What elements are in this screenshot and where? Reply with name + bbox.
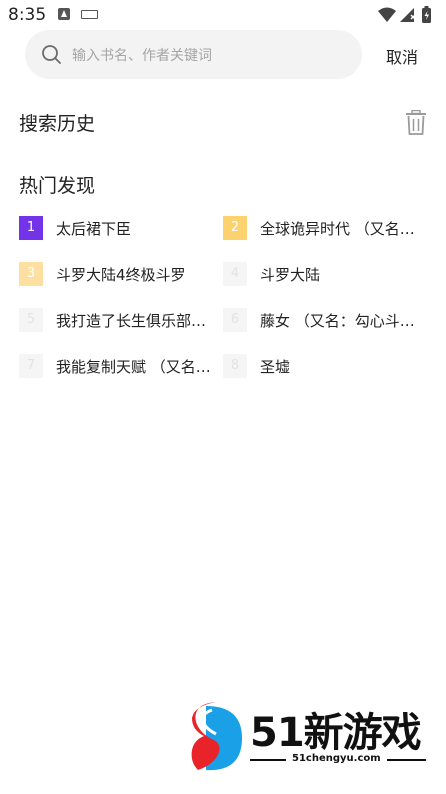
hot-item[interactable]: 2 全球诡异时代 （又名… [223, 216, 423, 242]
rank-badge: 3 [19, 262, 43, 286]
status-bar: 8:35 [0, 0, 446, 30]
hot-item[interactable]: 5 我打造了长生俱乐部… [19, 308, 219, 334]
rank-badge: 6 [223, 308, 247, 332]
logo-mark-icon [191, 702, 242, 771]
book-title: 我打造了长生俱乐部… [56, 312, 207, 330]
hot-item[interactable]: 1 太后裙下臣 [19, 216, 219, 242]
trash-icon[interactable] [405, 110, 427, 136]
watermark-url: 51chengyu.com [286, 753, 387, 764]
book-title: 我能复制天赋 （又名… [56, 358, 211, 376]
watermark-brand: 51新游戏 [250, 710, 422, 756]
hot-discover-title: 热门发现 [19, 175, 96, 197]
watermark-logo: 51新游戏 51chengyu.com [186, 700, 430, 774]
book-title: 斗罗大陆 [260, 266, 321, 284]
book-title: 斗罗大陆4终极斗罗 [56, 266, 186, 284]
keyboard-icon [81, 10, 98, 19]
book-title: 藤女 （又名：勾心斗… [260, 312, 415, 330]
search-icon [42, 45, 61, 64]
search-history-title: 搜索历史 [19, 113, 96, 135]
status-right-icons [378, 6, 431, 23]
rank-badge: 8 [223, 354, 247, 378]
wifi-icon [378, 7, 396, 22]
hot-item[interactable]: 8 圣墟 [223, 354, 423, 380]
hot-item[interactable]: 3 斗罗大陆4终极斗罗 [19, 262, 219, 288]
book-title: 太后裙下臣 [56, 220, 132, 238]
rank-badge: 2 [223, 216, 247, 240]
book-title: 全球诡异时代 （又名… [260, 220, 415, 238]
battery-icon [422, 6, 431, 23]
hot-item[interactable]: 4 斗罗大陆 [223, 262, 423, 288]
rank-badge: 7 [19, 354, 43, 378]
search-box[interactable]: 输入书名、作者关键词 [25, 30, 362, 79]
cancel-button[interactable]: 取消 [386, 44, 418, 68]
rank-badge: 4 [223, 262, 247, 286]
signal-icon [400, 8, 416, 22]
hot-item[interactable]: 7 我能复制天赋 （又名… [19, 354, 219, 380]
hot-item[interactable]: 6 藤女 （又名：勾心斗… [223, 308, 423, 334]
rank-badge: 5 [19, 308, 43, 332]
status-time: 8:35 [8, 5, 47, 25]
app-store-icon [58, 8, 70, 20]
book-title: 圣墟 [260, 358, 291, 376]
search-input[interactable]: 输入书名、作者关键词 [72, 45, 212, 65]
rank-badge: 1 [19, 216, 43, 240]
